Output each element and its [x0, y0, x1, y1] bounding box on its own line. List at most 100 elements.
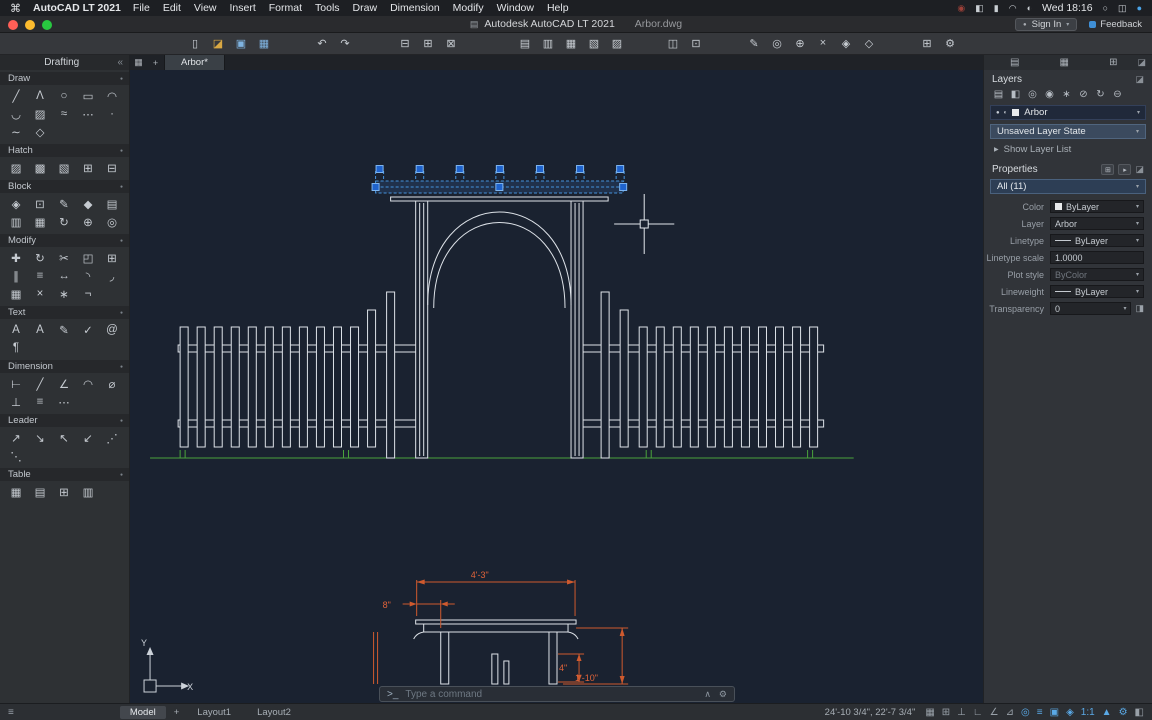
layers-autohide-icon[interactable]: ◪ [1135, 74, 1144, 85]
group-icon[interactable]: ◈ [839, 37, 853, 50]
properties-palette-tab-icon[interactable]: ▦ [1060, 57, 1069, 68]
lock-layer-icon[interactable]: ⊘ [1077, 89, 1090, 100]
palette-section-header-draw[interactable]: Draw● [0, 72, 129, 85]
isolate-layer-icon[interactable]: ◎ [1026, 89, 1039, 100]
hatch-tool-icon[interactable]: ▨ [29, 105, 51, 122]
circle-icon[interactable]: ○ [53, 87, 75, 104]
manage-attributes-icon[interactable]: ▦ [29, 213, 51, 230]
remove-leader-icon[interactable]: ↖ [53, 429, 75, 446]
point-icon[interactable]: · [101, 105, 123, 122]
dock-autohide-icon[interactable]: ◪ [1137, 57, 1146, 68]
siri-icon[interactable]: ● [1137, 3, 1142, 13]
menu-item-4[interactable]: Format [269, 2, 302, 14]
hatch-pattern-icon[interactable]: ▨ [5, 159, 27, 176]
tool-sets-icon[interactable]: ⊞ [920, 37, 934, 50]
zoom-window-button[interactable] [42, 20, 52, 30]
sign-in-button[interactable]: ● Sign In ▾ [1015, 18, 1077, 31]
collect-leaders-icon[interactable]: ⋰ [101, 429, 123, 446]
define-attribute-icon[interactable]: ▤ [101, 195, 123, 212]
fillet-icon[interactable]: ◝ [77, 267, 99, 284]
line-icon[interactable]: ╱ [5, 87, 27, 104]
region-icon[interactable]: ◇ [29, 123, 51, 140]
angular-dimension-icon[interactable]: ∠ [53, 375, 75, 392]
menu-item-7[interactable]: Dimension [390, 2, 440, 14]
spline-icon[interactable]: ≈ [53, 105, 75, 122]
export-table-icon[interactable]: ▥ [77, 483, 99, 500]
drawing-tab-arbor[interactable]: Arbor* [164, 55, 225, 70]
data-link-icon[interactable]: ⊞ [53, 483, 75, 500]
transparency-picker-icon[interactable]: ◨ [1135, 303, 1144, 314]
check-spelling-icon[interactable]: ✓ [77, 321, 99, 338]
ortho-icon[interactable]: ∟ [973, 707, 983, 718]
menu-item-8[interactable]: Modify [453, 2, 484, 14]
search-icon[interactable]: ○ [1103, 3, 1108, 13]
save-icon[interactable]: ▣ [234, 37, 248, 50]
array-icon[interactable]: ▦ [5, 285, 27, 302]
annotation-visibility-icon[interactable]: ▲ [1102, 707, 1112, 718]
multileader-style-icon[interactable]: ⋱ [5, 447, 27, 464]
layer-on-icon[interactable]: ● [996, 110, 1000, 116]
menu-item-3[interactable]: Insert [230, 2, 256, 14]
ellipse-icon[interactable]: ◡ [5, 105, 27, 122]
layer-state-dropdown[interactable]: Unsaved Layer State ▾ [990, 124, 1146, 139]
snap-icon[interactable]: ⊥ [957, 707, 966, 718]
hatch-solid-icon[interactable]: ▩ [29, 159, 51, 176]
set-base-point-icon[interactable]: ⊕ [77, 213, 99, 230]
layer-dropdown-caret-icon[interactable]: ▾ [1137, 109, 1140, 116]
volume-icon[interactable]: ◐ [1027, 3, 1032, 13]
menu-app-name[interactable]: AutoCAD LT 2021 [33, 2, 121, 14]
layer-properties-icon[interactable]: ▤ [992, 89, 1005, 100]
model-tab[interactable]: Model [120, 706, 166, 719]
palette-section-header-table[interactable]: Table● [0, 468, 129, 481]
copy-icon[interactable]: ⊞ [101, 249, 123, 266]
screen-recording-icon[interactable]: ◉ [957, 3, 965, 14]
print-icon[interactable]: ⊟ [398, 37, 412, 50]
table-style-icon[interactable]: ▤ [29, 483, 51, 500]
property-value-linetype[interactable]: ByLayer ▾ [1050, 234, 1144, 247]
minimize-window-button[interactable] [25, 20, 35, 30]
baseline-dimension-icon[interactable]: ≡ [29, 393, 51, 410]
menu-item-5[interactable]: Tools [315, 2, 340, 14]
palette-collapse-icon[interactable]: « [117, 57, 123, 68]
align-leaders-icon[interactable]: ↙ [77, 429, 99, 446]
model-space-viewport[interactable]: 4'-3" 8" 4" 1'-10" Y X [130, 70, 983, 703]
measure-icon[interactable]: ◎ [770, 37, 784, 50]
add-layout-button[interactable]: + [172, 707, 182, 718]
layout1-tab[interactable]: Layout1 [187, 706, 241, 719]
property-value-plot-style[interactable]: ByColor ▾ [1050, 268, 1144, 281]
palette-section-header-dimension[interactable]: Dimension● [0, 360, 129, 373]
palette-section-header-block[interactable]: Block● [0, 180, 129, 193]
menu-item-9[interactable]: Window [497, 2, 534, 14]
object-snap-tracking-icon[interactable]: ⊿ [1006, 707, 1014, 718]
object-snap-icon[interactable]: ◎ [1021, 707, 1030, 718]
viewport-icon[interactable]: ⊡ [689, 37, 703, 50]
new-drawing-icon[interactable]: ▯ [188, 37, 202, 50]
polyline-icon[interactable]: Λ [29, 87, 51, 104]
status-menu-icon[interactable]: ≡ [8, 707, 14, 718]
new-drawing-tab-button[interactable]: + [147, 55, 164, 70]
apple-menu-icon[interactable]: ⌘ [10, 2, 21, 15]
palette-section-header-text[interactable]: Text● [0, 306, 129, 319]
layer-walk-icon[interactable]: ↻ [1094, 89, 1107, 100]
open-icon[interactable]: ◪ [211, 37, 225, 50]
layer-off-icon[interactable]: ⊖ [1111, 89, 1124, 100]
mirror-icon[interactable]: ∥ [5, 267, 27, 284]
menu-clock[interactable]: Wed 18:16 [1042, 2, 1093, 14]
menu-item-1[interactable]: Edit [163, 2, 181, 14]
trim-icon[interactable]: ✂ [53, 249, 75, 266]
construction-line-icon[interactable]: ⋯ [77, 105, 99, 122]
undo-icon[interactable]: ↶ [315, 37, 329, 50]
quick-select-button[interactable]: ⊞ [1101, 164, 1114, 175]
property-value-linetype-scale[interactable]: 1.0000 [1050, 251, 1144, 264]
paste-icon[interactable]: ⊕ [793, 37, 807, 50]
display-icon[interactable]: ◧ [975, 3, 984, 14]
plot-preview-icon[interactable]: ⊠ [444, 37, 458, 50]
save-as-icon[interactable]: ▦ [257, 37, 271, 50]
boundary-icon[interactable]: ⊞ [77, 159, 99, 176]
blocks-palette-tab-icon[interactable]: ⊞ [1109, 57, 1117, 68]
break-icon[interactable]: ¬ [77, 285, 99, 302]
select-objects-button[interactable]: ▸ [1118, 164, 1131, 175]
plot-icon[interactable]: ⊞ [421, 37, 435, 50]
move-icon[interactable]: ✚ [5, 249, 27, 266]
mtext-icon[interactable]: A [5, 321, 27, 338]
